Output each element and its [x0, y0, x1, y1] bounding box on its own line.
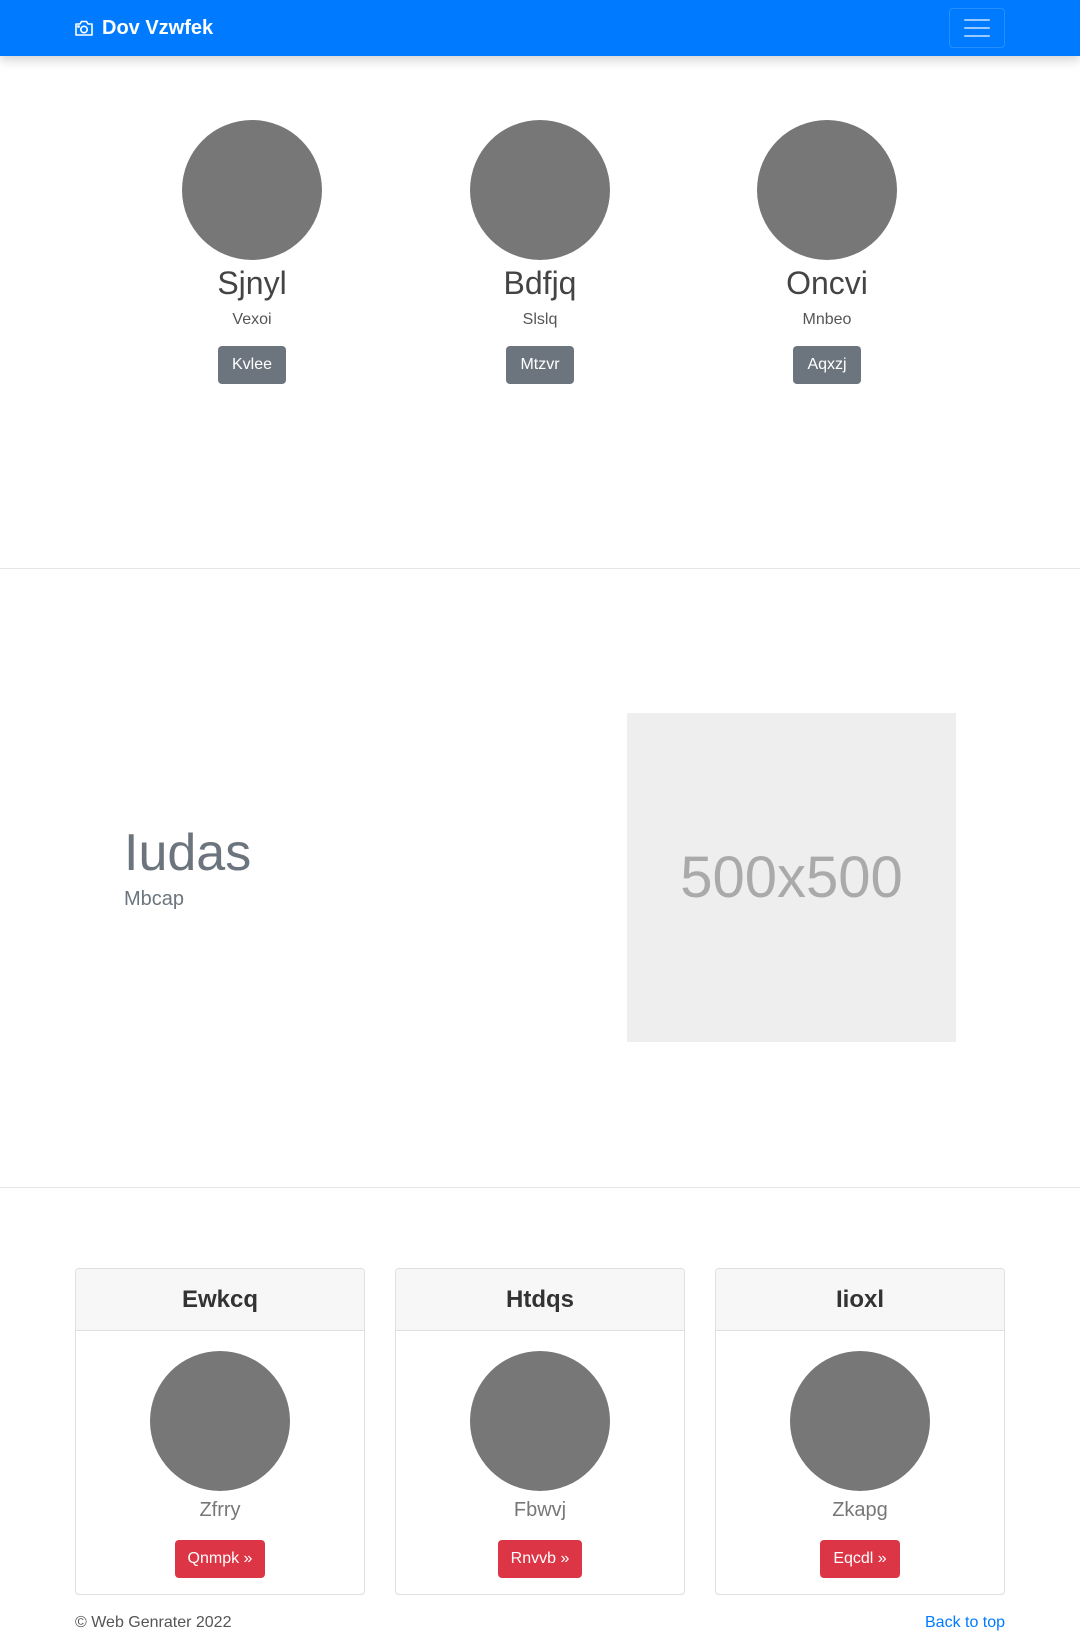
card-body: Zkapg Eqcdl »	[716, 1331, 1004, 1578]
card-button[interactable]: Eqcdl »	[820, 1540, 900, 1578]
navbar: Dov Vzwfek	[0, 0, 1080, 56]
brand-name: Dov Vzwfek	[102, 16, 214, 39]
card-body: Fbwvj Rnvvb »	[396, 1331, 684, 1578]
team-member-role: Vexoi	[232, 311, 272, 328]
card-title: Iioxl	[716, 1269, 1004, 1331]
card-button[interactable]: Qnmpk »	[174, 1540, 266, 1578]
card: Iioxl Zkapg Eqcdl »	[715, 1268, 1005, 1595]
team-member-name: Bdfjq	[503, 265, 577, 301]
feature-subheading: Mbcap	[124, 888, 185, 910]
card-image	[150, 1351, 290, 1491]
team-member-name: Oncvi	[786, 265, 868, 301]
feature-image-placeholder: 500x500	[627, 713, 956, 1042]
card: Ewkcq Zfrry Qnmpk »	[75, 1268, 365, 1595]
card-text: Zfrry	[199, 1499, 241, 1521]
team-member: Bdfjq Slslq Mtzvr	[440, 120, 640, 384]
team-member-button[interactable]: Kvlee	[217, 346, 287, 384]
section-divider	[0, 568, 1080, 569]
team-member-role: Slslq	[522, 311, 558, 328]
feature-heading: Iudas	[124, 824, 252, 882]
team-member: Oncvi Mnbeo Aqxzj	[727, 120, 927, 384]
footer-copyright: © Web Genrater 2022	[75, 1614, 232, 1631]
team-member-name: Sjnyl	[217, 265, 287, 301]
card-text: Fbwvj	[513, 1499, 567, 1521]
avatar	[757, 120, 897, 260]
card-image	[470, 1351, 610, 1491]
card-image	[790, 1351, 930, 1491]
back-to-top-link[interactable]: Back to top	[925, 1613, 1005, 1633]
brand-link[interactable]: Dov Vzwfek	[74, 16, 213, 40]
card-button[interactable]: Rnvvb »	[497, 1540, 583, 1578]
card-body: Zfrry Qnmpk »	[76, 1331, 364, 1578]
card-text: Zkapg	[832, 1499, 888, 1521]
avatar	[182, 120, 322, 260]
menu-toggle-button[interactable]	[949, 8, 1005, 48]
hamburger-icon	[964, 19, 990, 21]
team-member-button[interactable]: Mtzvr	[506, 346, 574, 384]
section-divider	[0, 1187, 1080, 1188]
camera-icon	[74, 19, 94, 37]
avatar	[470, 120, 610, 260]
team-member-role: Mnbeo	[802, 311, 852, 328]
card-title: Ewkcq	[76, 1269, 364, 1331]
card-title: Htdqs	[396, 1269, 684, 1331]
team-member: Sjnyl Vexoi Kvlee	[152, 120, 352, 384]
team-member-button[interactable]: Aqxzj	[793, 346, 861, 384]
card: Htdqs Fbwvj Rnvvb »	[395, 1268, 685, 1595]
placeholder-label: 500x500	[680, 845, 903, 910]
